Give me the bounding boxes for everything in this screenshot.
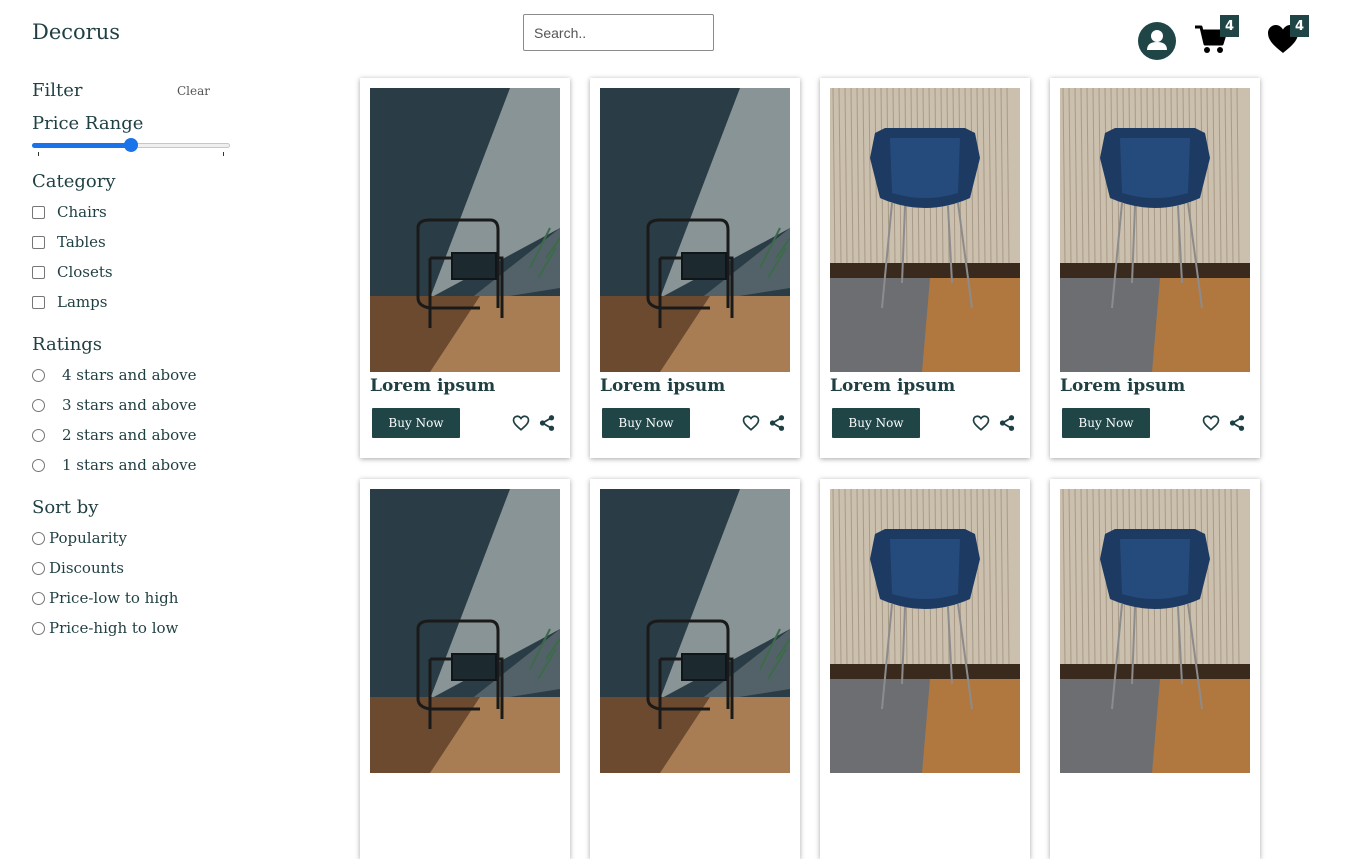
heart-icon[interactable] [512,414,530,432]
buy-now-button[interactable]: Buy Now [832,408,920,438]
price-range-title: Price Range [32,113,144,134]
rating-option-2[interactable]: 2 stars and above [32,425,197,445]
category-label: Lamps [57,293,108,311]
search-input[interactable] [523,14,714,51]
product-image[interactable] [600,88,790,372]
radio-button[interactable] [32,428,45,442]
category-label: Closets [57,263,113,281]
radio-button[interactable] [32,561,45,575]
product-card[interactable] [1050,479,1260,859]
rating-label: 2 stars and above [62,426,197,444]
sort-label: Popularity [49,529,127,547]
chair-photo [370,489,560,773]
category-label: Tables [57,233,106,251]
share-icon[interactable] [768,414,786,432]
slider-thumb[interactable] [124,138,138,152]
sort-option-discounts[interactable]: Discounts [32,558,124,578]
ratings-title: Ratings [32,334,103,355]
product-card[interactable]: Lorem ipsum Buy Now [360,78,570,458]
product-image[interactable] [830,489,1020,773]
product-title: Lorem ipsum [370,376,496,396]
heart-icon[interactable] [972,414,990,432]
product-title: Lorem ipsum [830,376,956,396]
product-image[interactable] [1060,489,1250,773]
product-image[interactable] [370,88,560,372]
filter-title: Filter [32,80,83,101]
radio-button[interactable] [32,621,45,635]
checkbox[interactable] [32,235,45,249]
rating-label: 4 stars and above [62,366,197,384]
buy-now-button[interactable]: Buy Now [602,408,690,438]
category-option-closets[interactable]: Closets [32,262,113,282]
sort-label: Price-high to low [49,619,179,637]
radio-button[interactable] [32,458,45,472]
chair-photo [1060,88,1250,372]
product-title: Lorem ipsum [600,376,726,396]
chair-photo [370,88,560,372]
chair-photo [1060,489,1250,773]
brand-logo[interactable]: Decorus [32,20,120,44]
sort-option-price-low-high[interactable]: Price-low to high [32,588,178,608]
buy-now-button[interactable]: Buy Now [1062,408,1150,438]
slider-tick [223,152,224,156]
product-card[interactable] [590,479,800,859]
category-option-chairs[interactable]: Chairs [32,202,107,222]
product-card[interactable] [820,479,1030,859]
radio-button[interactable] [32,398,45,412]
buy-now-button[interactable]: Buy Now [372,408,460,438]
clear-filters-link[interactable]: Clear [177,84,210,98]
category-title: Category [32,171,116,192]
sort-option-popularity[interactable]: Popularity [32,528,127,548]
heart-icon[interactable] [742,414,760,432]
product-image[interactable] [600,489,790,773]
radio-button[interactable] [32,368,45,382]
rating-option-4[interactable]: 4 stars and above [32,365,197,385]
chair-photo [830,489,1020,773]
heart-icon[interactable] [1202,414,1220,432]
sort-option-price-high-low[interactable]: Price-high to low [32,618,178,638]
chair-photo [600,489,790,773]
sort-label: Discounts [49,559,124,577]
checkbox[interactable] [32,205,45,219]
category-option-lamps[interactable]: Lamps [32,292,107,312]
rating-option-3[interactable]: 3 stars and above [32,395,197,415]
radio-button[interactable] [32,531,45,545]
rating-label: 3 stars and above [62,396,197,414]
product-card[interactable]: Lorem ipsum Buy Now [590,78,800,458]
product-image[interactable] [370,489,560,773]
user-account-icon[interactable] [1138,22,1176,60]
radio-button[interactable] [32,591,45,605]
chair-photo [600,88,790,372]
slider-tick [38,152,39,156]
wishlist-count-badge: 4 [1290,15,1309,37]
product-card[interactable]: Lorem ipsum Buy Now [1050,78,1260,458]
share-icon[interactable] [998,414,1016,432]
product-card[interactable] [360,479,570,859]
rating-label: 1 stars and above [62,456,197,474]
sort-by-title: Sort by [32,497,99,518]
product-card[interactable]: Lorem ipsum Buy Now [820,78,1030,458]
chair-photo [830,88,1020,372]
product-image[interactable] [830,88,1020,372]
checkbox[interactable] [32,265,45,279]
product-image[interactable] [1060,88,1250,372]
category-label: Chairs [57,203,107,221]
slider-fill [32,143,131,148]
rating-option-1[interactable]: 1 stars and above [32,455,197,475]
share-icon[interactable] [538,414,556,432]
checkbox[interactable] [32,295,45,309]
sort-label: Price-low to high [49,589,179,607]
product-title: Lorem ipsum [1060,376,1186,396]
cart-count-badge: 4 [1220,15,1239,37]
price-range-slider[interactable] [32,138,230,156]
share-icon[interactable] [1228,414,1246,432]
category-option-tables[interactable]: Tables [32,232,106,252]
